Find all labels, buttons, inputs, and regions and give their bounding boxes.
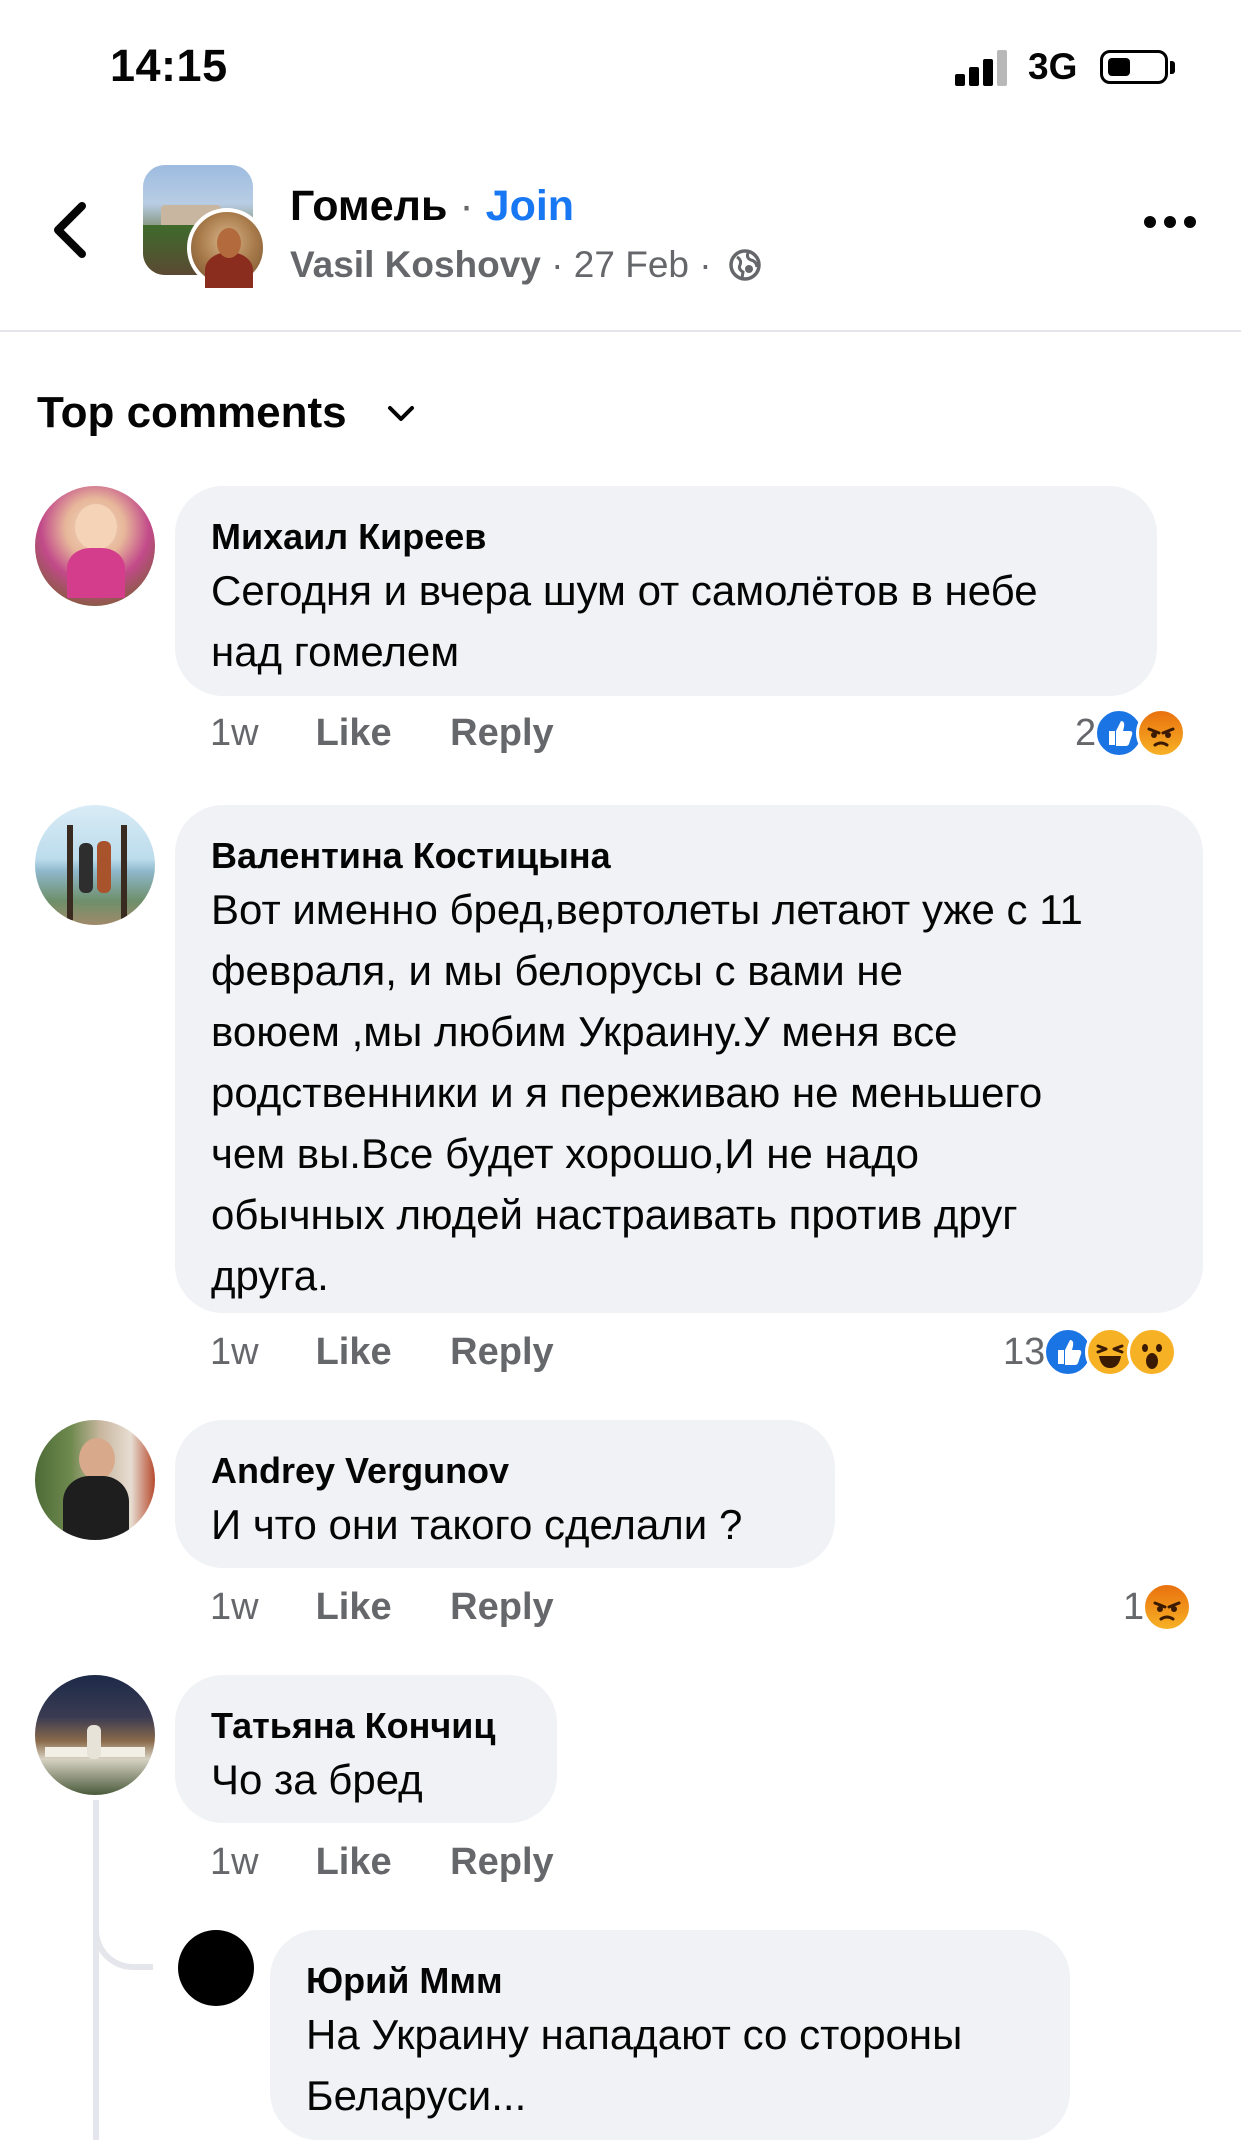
reply-author-avatar[interactable] [178,1930,254,2006]
commenter-avatar[interactable] [35,805,155,925]
commenter-avatar[interactable] [35,1420,155,1540]
reply-author[interactable]: Юрий Ммм [306,1958,1034,2004]
reaction-summary[interactable]: 1 [1123,1582,1193,1632]
group-title: Гомель · Join [290,182,574,231]
wow-reaction-icon [1127,1327,1178,1377]
chevron-down-icon [387,406,414,421]
comment-text-line: обычных людей настраивать против друг [211,1191,1018,1238]
like-button[interactable]: Like [316,1327,392,1377]
angry-reaction-icon [1142,1582,1193,1632]
comment-time[interactable]: 1w [210,1582,305,1632]
reply-button[interactable]: Reply [450,1582,553,1632]
comment-text-line: И что они такого сделали ? [211,1501,743,1548]
sort-label: Top comments [37,388,347,437]
status-time: 14:15 [110,40,228,91]
reaction-count: 1 [1123,1585,1145,1628]
comment-text-line: Вот именно бред,вертолеты летают уже с 1… [211,886,1083,933]
like-button[interactable]: Like [316,1582,392,1632]
comment-time[interactable]: 1w [210,708,305,758]
reply-thread-line [93,1800,99,2140]
comment-sort-dropdown[interactable]: Top comments [37,388,415,438]
post-author[interactable]: Vasil Koshovy [290,244,541,285]
comment-text-line: над гомелем [211,628,460,675]
comment-bubble: Andrey Vergunov И что они такого сделали… [175,1420,835,1568]
comment-author[interactable]: Валентина Костицына [211,833,1167,879]
more-options-button[interactable] [1140,200,1200,240]
comment-text-line: Чо за бред [211,1756,423,1803]
like-button[interactable]: Like [316,1837,392,1887]
comment-actions: 1w Like Reply [210,1837,602,1887]
comment-text-line: воюем ,мы любим Украину.У меня все [211,1008,958,1055]
comment-author[interactable]: Татьяна Кончиц [211,1703,521,1749]
network-type: 3G [1028,46,1078,87]
back-chevron-icon [54,202,86,258]
reply-thread-connector [93,1880,153,1970]
reaction-summary[interactable]: 13 [1003,1327,1178,1377]
post-meta: Vasil Koshovy · 27 Feb · [290,244,762,286]
comment-bubble: Валентина Костицына Вот именно бред,верт… [175,805,1203,1313]
reply-button[interactable]: Reply [450,1837,553,1887]
reply-button[interactable]: Reply [450,708,553,758]
like-button[interactable]: Like [316,708,392,758]
more-dots-icon [1144,216,1156,228]
cellular-signal-icon [955,50,1011,86]
post-header: Гомель · Join Vasil Koshovy · 27 Feb · [0,140,1241,332]
back-button[interactable] [50,200,90,260]
reaction-count: 13 [1003,1330,1046,1373]
angry-reaction-icon [1136,708,1187,758]
comment-time[interactable]: 1w [210,1327,305,1377]
author-avatar[interactable] [187,208,267,288]
comment-bubble: Михаил Киреев Сегодня и вчера шум от сам… [175,486,1157,696]
comment-text-line: родственники и я переживаю не меньшего [211,1069,1043,1116]
comment-author[interactable]: Andrey Vergunov [211,1448,799,1494]
globe-icon [729,249,761,281]
post-date[interactable]: 27 Feb [574,244,689,285]
comment-text-line: друга. [211,1252,329,1299]
group-name-link[interactable]: Гомель [290,182,447,230]
join-button[interactable]: Join [486,182,574,230]
reaction-count: 2 [1075,711,1097,754]
comment-bubble: Татьяна Кончиц Чо за бред [175,1675,557,1823]
comment-author[interactable]: Михаил Киреев [211,514,1121,560]
comment-actions: 1w Like Reply [210,1327,602,1377]
reaction-summary[interactable]: 2 [1075,708,1187,758]
comment-time[interactable]: 1w [210,1837,305,1887]
comment-text-line: чем вы.Все будет хорошо,И не надо [211,1130,919,1177]
comment-actions: 1w Like Reply [210,708,602,758]
status-bar: 14:15 3G [0,0,1241,130]
reply-button[interactable]: Reply [450,1327,553,1377]
comment-text-line: Сегодня и вчера шум от самолётов в небе [211,567,1038,614]
commenter-avatar[interactable] [35,1675,155,1795]
reply-text-line: Беларуси... [306,2072,527,2119]
battery-icon [1100,50,1175,84]
commenter-avatar[interactable] [35,486,155,606]
title-separator: · [459,182,474,230]
reply-bubble: Юрий Ммм На Украину нападают со стороны … [270,1930,1070,2140]
reply-text-line: На Украину нападают со стороны [306,2011,963,2058]
comment-text-line: февраля, и мы белорусы с вами не [211,947,903,994]
comment-actions: 1w Like Reply [210,1582,602,1632]
